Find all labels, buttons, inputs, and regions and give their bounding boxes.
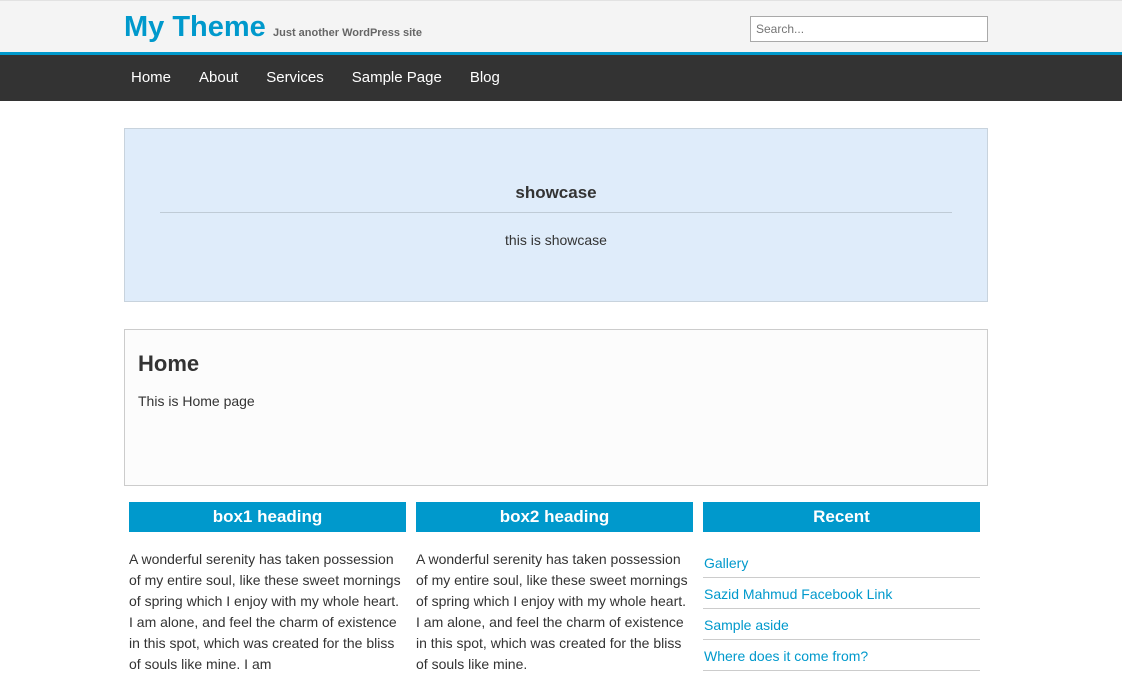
nav-link-services[interactable]: Services [252,55,338,101]
page-body: This is Home page [138,393,255,409]
box2: box2 heading A wonderful serenity has ta… [416,502,693,675]
recent-link-facebook[interactable]: Sazid Mahmud Facebook Link [703,579,980,609]
list-item: Sample aside [703,610,980,640]
nav-item-blog: Blog [456,55,514,101]
showcase-title: showcase [515,183,597,202]
box1: box1 heading A wonderful serenity has ta… [129,502,406,675]
site-header: My Theme Just another WordPress site [0,0,1122,52]
recent-link-gallery[interactable]: Gallery [703,548,980,578]
list-item: Gallery [703,548,980,578]
box2-text: A wonderful serenity has taken possessio… [416,551,688,672]
box1-text: A wonderful serenity has taken possessio… [129,551,401,672]
recent-link-sample-aside[interactable]: Sample aside [703,610,980,640]
nav-item-home: Home [117,55,185,101]
showcase-section: showcase this is showcase [124,128,988,302]
page-title: Home [138,351,200,376]
site-tagline: Just another WordPress site [273,27,422,39]
recent-list: Gallery Sazid Mahmud Facebook Link Sampl… [703,548,980,671]
list-item: Sazid Mahmud Facebook Link [703,579,980,609]
nav-item-sample-page: Sample Page [338,55,456,101]
list-item: Where does it come from? [703,641,980,671]
nav-link-sample-page[interactable]: Sample Page [338,55,456,101]
nav-list: Home About Services Sample Page Blog [117,55,514,101]
search-input[interactable] [750,16,988,42]
main-content: Home This is Home page [124,329,988,486]
nav-item-about: About [185,55,252,101]
main-navigation: Home About Services Sample Page Blog [0,55,1122,101]
recent-link-where-from[interactable]: Where does it come from? [703,641,980,671]
site-title-link[interactable]: My Theme [124,10,266,44]
nav-link-blog[interactable]: Blog [456,55,514,101]
box1-heading: box1 heading [129,502,406,532]
nav-item-services: Services [252,55,338,101]
recent-heading: Recent [703,502,980,532]
showcase-divider [160,212,952,213]
recent-widget: Recent Gallery Sazid Mahmud Facebook Lin… [703,502,980,672]
nav-link-about[interactable]: About [185,55,252,101]
box2-heading: box2 heading [416,502,693,532]
nav-link-home[interactable]: Home [117,55,185,101]
showcase-text: this is showcase [505,232,607,248]
